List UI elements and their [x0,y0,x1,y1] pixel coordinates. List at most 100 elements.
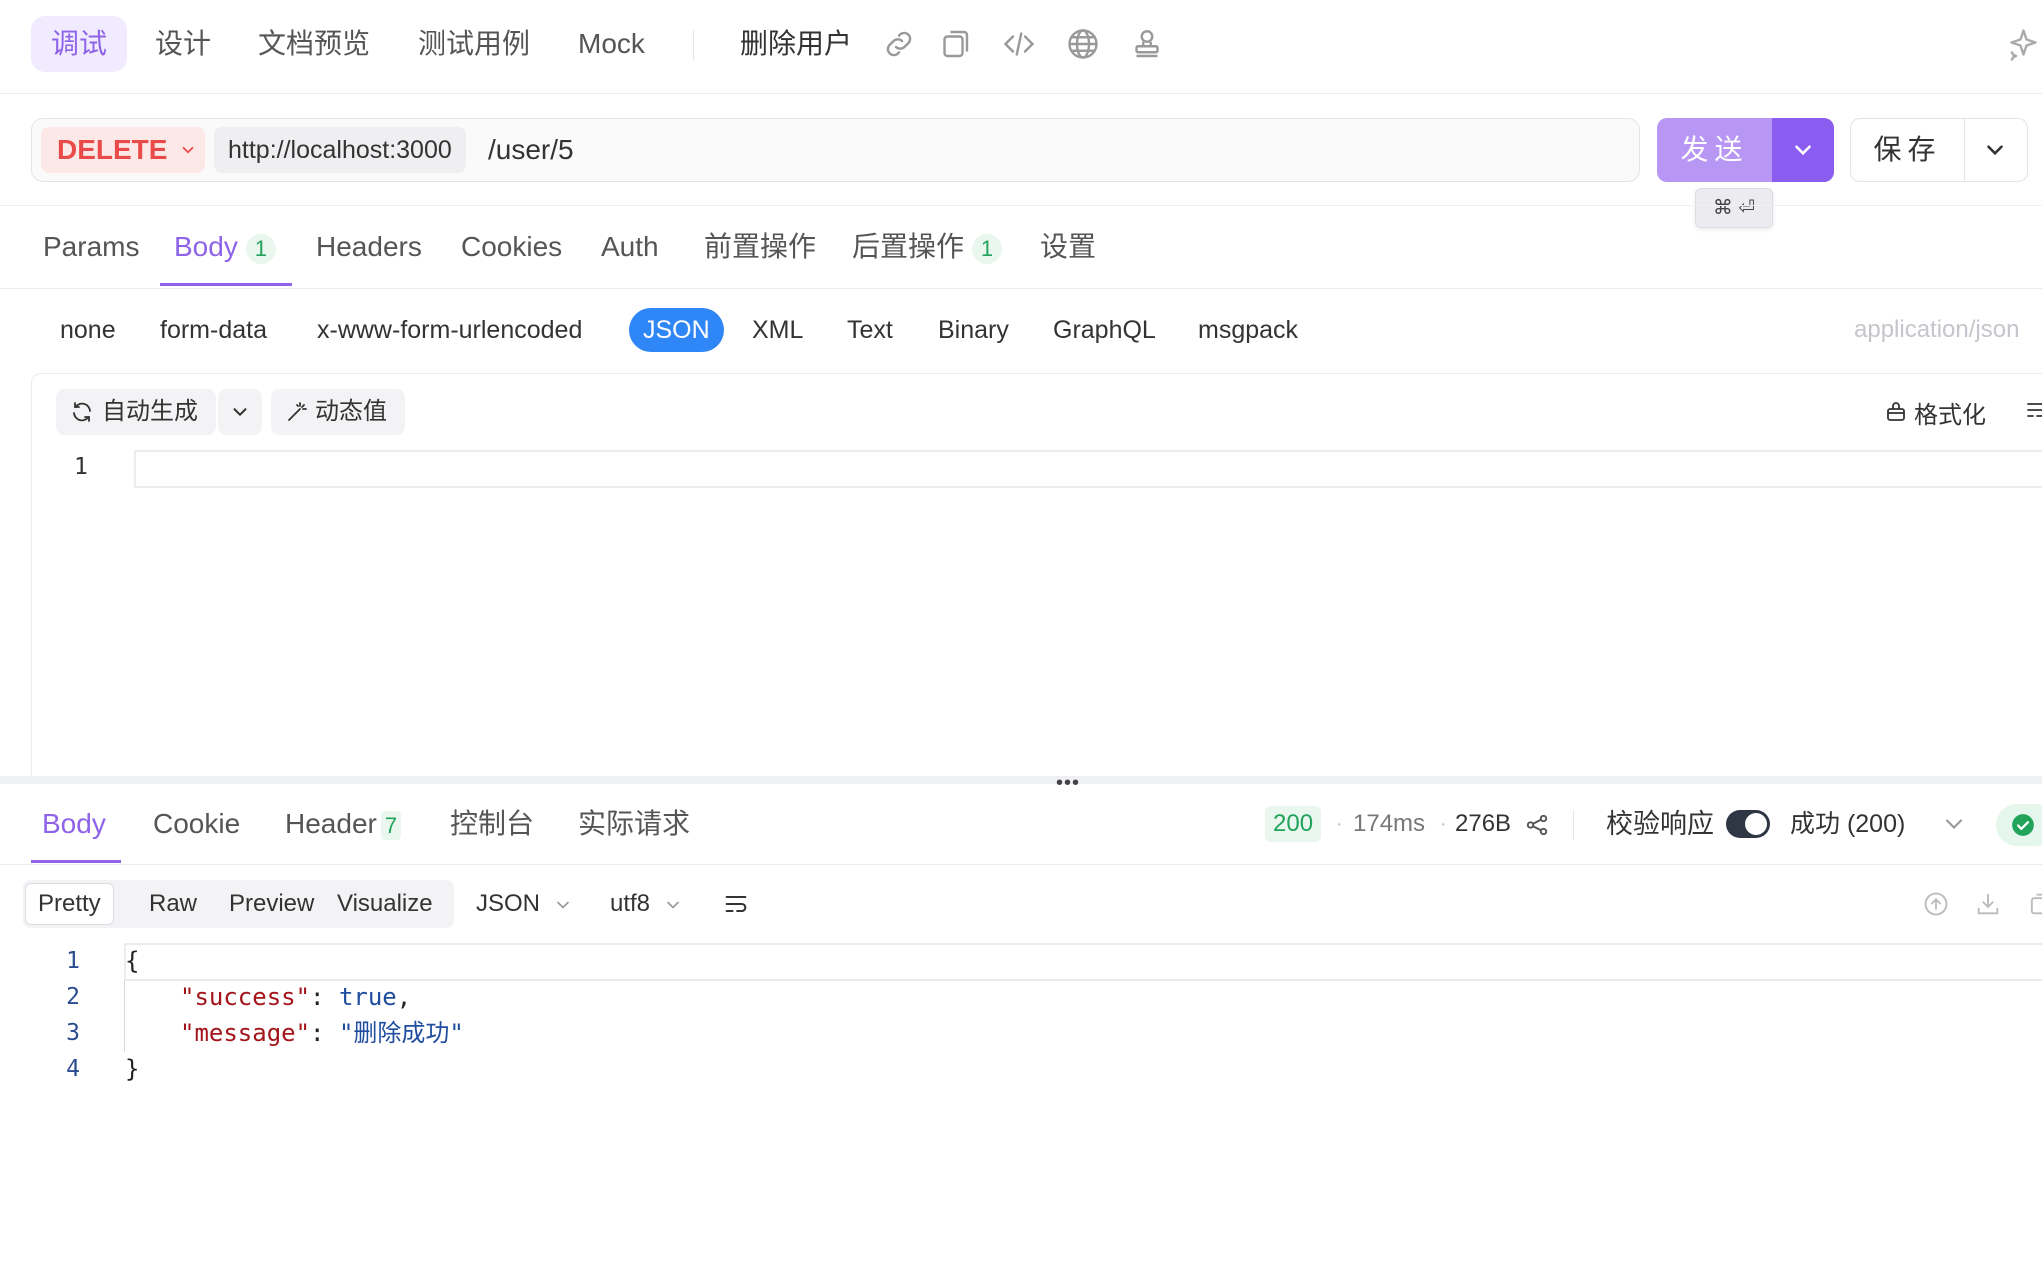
tab-doc-preview[interactable]: 文档预览 [238,16,390,72]
body-type-urlencoded[interactable]: x-www-form-urlencoded [303,308,596,352]
toggle-knob [1745,813,1767,835]
tab-design[interactable]: 设计 [135,16,231,72]
toolbar-divider [693,30,694,60]
link-icon[interactable] [881,26,917,62]
method-select[interactable]: DELETE [41,127,205,173]
api-name[interactable]: 删除用户 [740,16,852,72]
response-time: 174ms [1353,810,1426,837]
resp-tab-actual-request[interactable]: 实际请求 [578,784,690,864]
line-number: 1 [74,454,88,480]
view-visualize[interactable]: Visualize [325,884,445,924]
copy-icon[interactable] [2026,890,2042,923]
body-type-json[interactable]: JSON [629,308,724,352]
response-format-select[interactable]: JSON [476,886,573,922]
body-count-badge: 1 [245,233,276,264]
upload-icon[interactable] [1922,890,1950,923]
wrap-lines-icon[interactable] [722,890,750,923]
method-label: DELETE [57,134,168,165]
tab-cookies[interactable]: Cookies [461,206,562,288]
tab-post-request[interactable]: 后置操作 1 [852,206,1003,288]
body-type-none[interactable]: none [46,308,130,352]
copy-icon[interactable] [937,26,973,62]
tab-headers[interactable]: Headers [316,206,422,288]
globe-icon[interactable] [1065,26,1101,62]
send-button[interactable]: 发送 [1657,118,1772,182]
validate-response-toggle[interactable] [1726,810,1770,838]
response-active-line [124,943,2042,981]
json-open-brace: { [125,947,140,975]
line-number: 2 [66,984,80,1010]
sparkle-icon[interactable] [2004,26,2040,62]
base-url-chip[interactable]: http://localhost:3000 [214,127,466,173]
line-number: 3 [66,1020,80,1046]
tab-params[interactable]: Params [43,206,139,288]
tab-body[interactable]: Body 1 [174,206,276,288]
response-encoding-select[interactable]: utf8 [610,886,683,922]
stamp-icon[interactable] [1129,26,1165,62]
resp-tab-cookie[interactable]: Cookie [153,784,240,864]
format-button[interactable]: 格式化 [1884,389,1986,435]
meta-divider [1573,810,1574,840]
pane-splitter[interactable] [0,776,2042,784]
tab-pre-request[interactable]: 前置操作 [704,206,816,288]
download-icon[interactable] [1974,890,2002,923]
tab-test-cases[interactable]: 测试用例 [398,16,550,72]
chevron-down-icon [1795,145,1811,156]
validation-result-select[interactable]: 成功 (200) [1790,806,1905,842]
meta-separator: · [1440,813,1447,835]
view-pretty[interactable]: Pretty [25,883,114,925]
save-dropdown-button[interactable] [1963,118,2028,182]
chevron-down-icon [183,146,194,154]
chevron-down-icon[interactable] [1940,810,1968,838]
success-status-badge [1996,804,2042,846]
code-icon[interactable] [1001,26,1037,62]
share-icon[interactable] [1524,812,1550,838]
post-request-count-badge: 1 [972,233,1003,264]
chevron-down-icon [556,901,569,909]
view-raw[interactable]: Raw [137,884,209,924]
active-tab-indicator [160,283,292,286]
body-type-msgpack[interactable]: msgpack [1184,308,1312,352]
validate-response-label: 校验响应 [1606,809,1714,839]
tab-auth[interactable]: Auth [601,206,659,288]
body-type-xml[interactable]: XML [738,308,817,352]
tab-settings[interactable]: 设置 [1040,206,1096,288]
save-button[interactable]: 保存 [1850,118,1965,182]
active-response-tab-indicator [31,860,121,863]
line-number: 1 [66,948,80,974]
url-bar: DELETE http://localhost:3000 [31,118,1640,182]
tab-mock[interactable]: Mock [558,16,665,72]
response-view-switcher: Pretty Raw Preview Visualize [23,880,454,928]
content-type-label: application/json [1854,316,2020,343]
body-type-form-data[interactable]: form-data [146,308,281,352]
path-input[interactable] [488,127,1488,173]
json-line-success: "success": true, [180,983,412,1011]
tab-debug[interactable]: 调试 [31,16,128,72]
auto-generate-button[interactable]: 自动生成 [56,389,216,435]
editor-active-line[interactable] [134,450,2042,488]
view-preview[interactable]: Preview [217,884,326,924]
body-type-text[interactable]: Text [833,308,907,352]
wrap-lines-icon[interactable] [2024,398,2042,427]
json-close-brace: } [125,1055,140,1083]
send-dropdown-button[interactable] [1772,118,1834,182]
chevron-down-icon [233,408,247,417]
line-number: 4 [66,1056,80,1082]
refresh-icon [73,402,91,422]
response-size: 276B [1455,810,1512,837]
indent-guide [124,980,125,1052]
json-line-message: "message": "删除成功" [180,1019,464,1047]
dynamic-value-button[interactable]: 动态值 [271,389,405,435]
body-type-graphql[interactable]: GraphQL [1039,308,1170,352]
top-toolbar: 调试 设计 文档预览 测试用例 Mock 删除用户 [0,0,2042,94]
resp-tab-body[interactable]: Body [42,784,106,864]
meta-separator: · [1336,813,1343,835]
resp-tab-console[interactable]: 控制台 [450,784,534,864]
resp-tab-header[interactable]: Header 7 [285,784,402,864]
header-count-badge: 7 [380,811,402,840]
chevron-down-icon [666,901,679,909]
auto-generate-dropdown[interactable] [218,389,262,435]
body-type-binary[interactable]: Binary [924,308,1023,352]
status-code-badge: 200 [1265,806,1322,842]
format-icon [1887,402,1905,421]
